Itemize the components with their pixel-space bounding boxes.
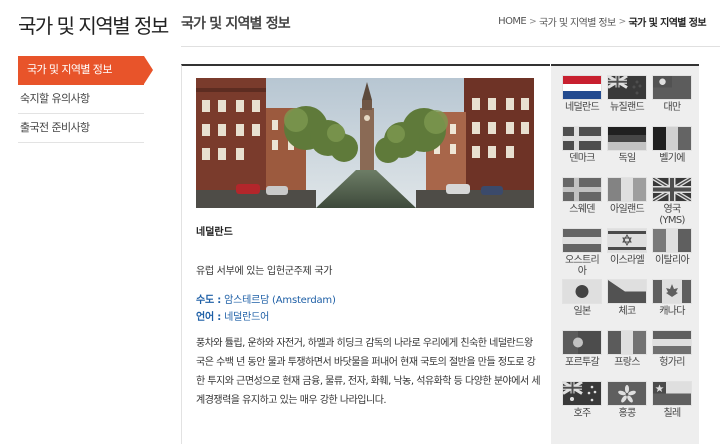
country-flag-item[interactable]: 캐나다 <box>651 280 693 327</box>
flag-france-icon <box>608 331 646 354</box>
flag-hong-kong-icon <box>608 382 646 405</box>
flag-label: 이스라엘 <box>610 255 645 266</box>
country-flag-item[interactable]: 영국(YMS) <box>651 178 693 226</box>
flag-label: 캐나다 <box>659 306 685 317</box>
country-flag-item[interactable]: 호주 <box>561 382 603 429</box>
country-flag-item[interactable]: 칠레 <box>651 382 693 429</box>
flag-label: 아일랜드 <box>610 204 645 215</box>
country-flag-panel: 네덜란드 뉴질랜드 대만 덴마크 독일 벨기에 스웨덴 아일랜드 영국(YMS)… <box>551 64 699 444</box>
country-flag-item[interactable]: 일본 <box>561 280 603 327</box>
flag-israel-icon <box>608 229 646 252</box>
flag-label: 대만 <box>663 102 682 113</box>
flag-austria-icon <box>563 229 601 252</box>
country-flag-item[interactable]: 체코 <box>606 280 648 327</box>
sidebar-menu: 국가 및 지역별 정보 숙지할 유의사항 출국전 준비사항 <box>18 56 153 143</box>
flag-label: 벨기에 <box>659 153 685 164</box>
sidebar-item-preparations[interactable]: 출국전 준비사항 <box>18 114 144 143</box>
sidebar-item-country-info[interactable]: 국가 및 지역별 정보 <box>18 56 153 85</box>
flag-grid: 네덜란드 뉴질랜드 대만 덴마크 독일 벨기에 스웨덴 아일랜드 영국(YMS)… <box>561 76 691 429</box>
breadcrumb: HOME > 국가 및 지역별 정보 > 국가 및 지역별 정보 <box>498 14 706 29</box>
breadcrumb-section[interactable]: 국가 및 지역별 정보 <box>539 14 616 29</box>
country-flag-item[interactable]: 아일랜드 <box>606 178 648 225</box>
flag-denmark-icon <box>563 127 601 150</box>
chevron-right-icon: > <box>529 16 537 27</box>
country-flag-item[interactable]: 독일 <box>606 127 648 174</box>
country-flag-item[interactable]: 홍콩 <box>606 382 648 429</box>
flag-label: 헝가리 <box>659 357 685 368</box>
flag-hungary-icon <box>653 331 691 354</box>
capital-label: 수도 : <box>196 295 222 306</box>
country-flag-item[interactable]: 스웨덴 <box>561 178 603 225</box>
flag-uk-icon <box>653 178 691 201</box>
country-flag-item[interactable]: 오스트리아 <box>561 229 603 277</box>
flag-label: 홍콩 <box>618 408 637 419</box>
flag-label: 체코 <box>618 306 637 317</box>
flag-czech-icon <box>608 280 646 303</box>
flag-label: 오스트리아 <box>565 255 600 277</box>
flag-label: 이탈리아 <box>655 255 690 266</box>
country-flag-item[interactable]: 이탈리아 <box>651 229 693 276</box>
flag-taiwan-icon <box>653 76 691 99</box>
language-value: 네덜란드어 <box>224 312 270 323</box>
flag-new-zealand-icon <box>608 76 646 99</box>
sidebar-title: 국가 및 지역별 정보 <box>18 14 169 38</box>
flag-label: 스웨덴 <box>569 204 595 215</box>
country-flag-item[interactable]: 포르투갈 <box>561 331 603 378</box>
country-flag-item[interactable]: 이스라엘 <box>606 229 648 276</box>
flag-germany-icon <box>608 127 646 150</box>
flag-label: 프랑스 <box>614 357 640 368</box>
country-flag-item[interactable]: 프랑스 <box>606 331 648 378</box>
country-name: 네덜란드 <box>196 227 233 238</box>
capital-value: 암스테르담 (Amsterdam) <box>224 295 336 306</box>
flag-belgium-icon <box>653 127 691 150</box>
flag-australia-icon <box>563 382 601 405</box>
breadcrumb-current: 국가 및 지역별 정보 <box>628 18 707 29</box>
country-detail: 네덜란드 유럽 서부에 있는 입헌군주제 국가 수도 : 암스테르담 (Amst… <box>181 64 550 444</box>
capital-info: 수도 : 암스테르담 (Amsterdam) <box>196 291 336 306</box>
language-label: 언어 : <box>196 312 222 323</box>
flag-italy-icon <box>653 229 691 252</box>
flag-portugal-icon <box>563 331 601 354</box>
flag-netherlands-icon <box>563 76 601 99</box>
flag-label: 덴마크 <box>569 153 595 164</box>
country-summary: 유럽 서부에 있는 입헌군주제 국가 <box>196 266 333 277</box>
flag-ireland-icon <box>608 178 646 201</box>
flag-label: 칠레 <box>663 408 682 419</box>
country-flag-item[interactable]: 벨기에 <box>651 127 693 174</box>
amsterdam-canal-photo <box>196 78 534 208</box>
flag-japan-icon <box>563 280 601 303</box>
country-description: 풍차와 튤립, 운하와 자전거, 하멜과 히딩크 감독의 나라로 우리에게 친숙… <box>196 338 541 406</box>
flag-label: 뉴질랜드 <box>610 102 645 113</box>
page-title: 국가 및 지역별 정보 <box>181 16 291 32</box>
flag-chile-icon <box>653 382 691 405</box>
chevron-right-icon: > <box>618 16 627 27</box>
country-flag-item[interactable]: 네덜란드 <box>561 76 603 123</box>
language-info: 언어 : 네덜란드어 <box>196 308 269 323</box>
flag-sweden-icon <box>563 178 601 201</box>
sidebar-item-precautions[interactable]: 숙지할 유의사항 <box>18 85 144 114</box>
flag-canada-icon <box>653 280 691 303</box>
country-flag-item[interactable]: 대만 <box>651 76 693 123</box>
country-flag-item[interactable]: 뉴질랜드 <box>606 76 648 123</box>
country-flag-item[interactable]: 덴마크 <box>561 127 603 174</box>
flag-label: 포르투갈 <box>565 357 600 368</box>
country-banner-image <box>196 78 534 208</box>
breadcrumb-home[interactable]: HOME <box>498 16 527 27</box>
flag-label: 호주 <box>573 408 592 419</box>
flag-label: 독일 <box>618 153 637 164</box>
flag-label: 일본 <box>573 306 592 317</box>
country-flag-item[interactable]: 헝가리 <box>651 331 693 378</box>
flag-label: 영국(YMS) <box>659 204 685 226</box>
header-divider <box>181 46 720 47</box>
flag-label: 네덜란드 <box>565 102 600 113</box>
